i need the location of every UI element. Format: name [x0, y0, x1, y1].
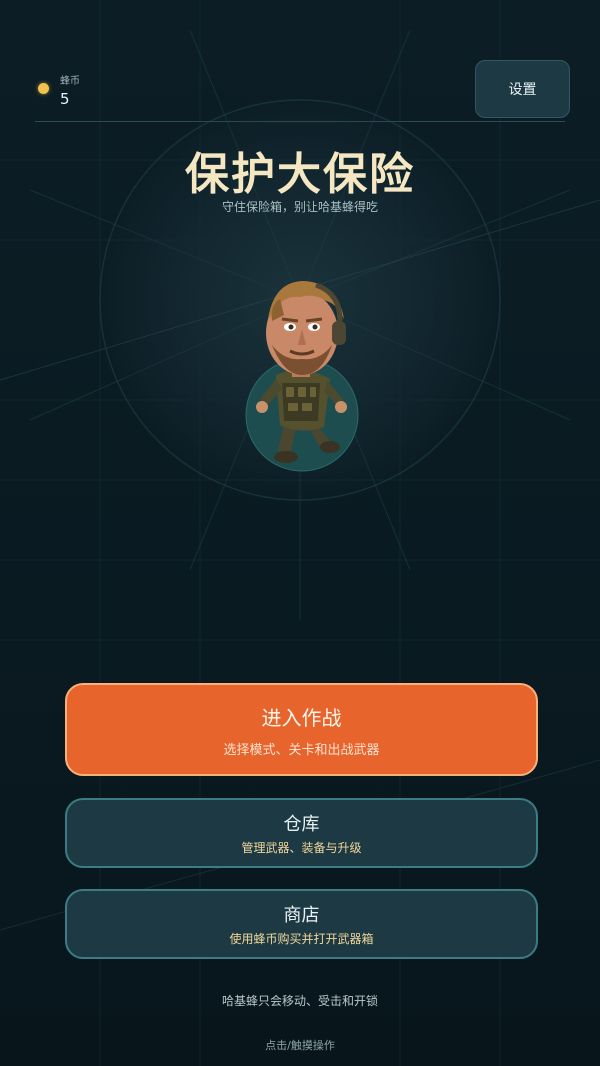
enter-battle-label: 进入作战: [261, 705, 342, 730]
currency-display: 蜂币 5: [38, 70, 118, 110]
game-subtitle: 守住保险箱，别让哈基蜂得吃: [221, 200, 378, 214]
warehouse-button[interactable]: 仓库 管理武器、装备与升级: [65, 798, 538, 868]
shop-button[interactable]: 商店 使用蜂币购买并打开武器箱: [65, 889, 538, 959]
warehouse-description: 管理武器、装备与升级: [241, 841, 362, 855]
enter-battle-description: 选择模式、关卡和出战武器: [223, 742, 380, 758]
soldier-character-icon: [240, 275, 360, 475]
control-hint: 点击/触摸操作: [265, 1039, 335, 1052]
warehouse-label: 仓库: [283, 814, 320, 835]
currency-label: 蜂币: [60, 76, 80, 87]
shop-description: 使用蜂币购买并打开武器箱: [229, 932, 374, 946]
coin-icon: [38, 83, 49, 94]
settings-button[interactable]: 设置: [475, 60, 570, 118]
enter-battle-button[interactable]: 进入作战 选择模式、关卡和出战武器: [65, 683, 538, 776]
game-title: 保护大保险: [185, 149, 415, 200]
footer-hint: 哈基蜂只会移动、受击和开锁: [221, 994, 378, 1008]
header-divider: [35, 121, 565, 122]
currency-value: 5: [60, 90, 70, 108]
shop-label: 商店: [283, 905, 320, 926]
